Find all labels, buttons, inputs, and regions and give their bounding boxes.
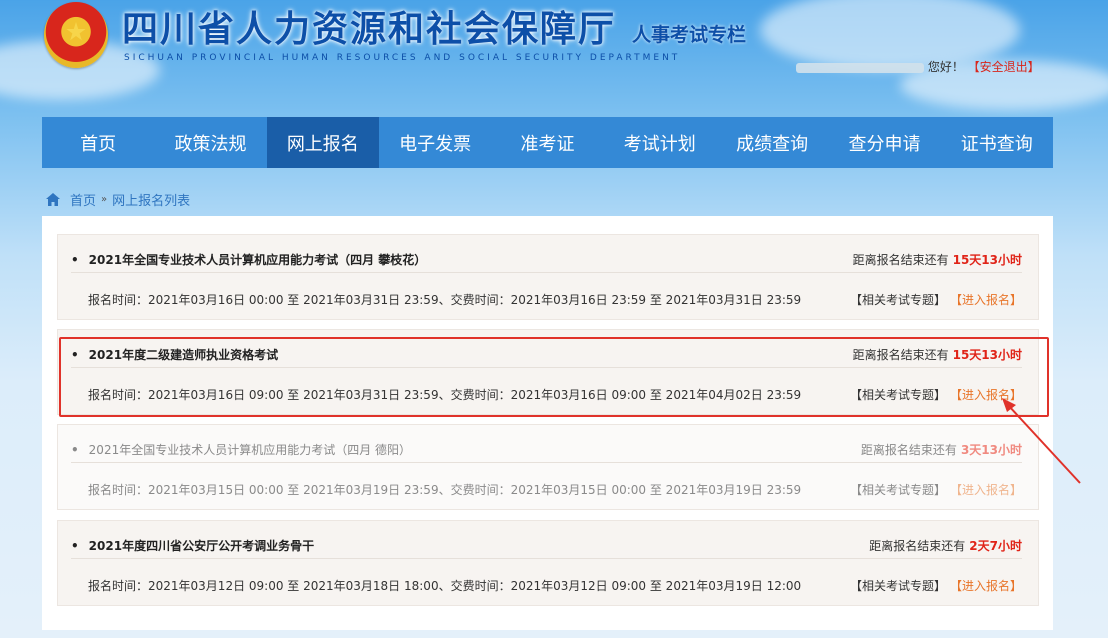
exam-title[interactable]: 2021年度四川省公安厅公开考调业务骨干	[71, 537, 314, 554]
nav-item-certificate-query[interactable]: 证书查询	[940, 117, 1053, 168]
related-topics-link[interactable]: 【相关考试专题】	[850, 483, 946, 497]
exam-card: 2021年全国专业技术人员计算机应用能力考试（四月 攀枝花） 距离报名结束还有1…	[57, 234, 1039, 320]
nav-item-admission-ticket[interactable]: 准考证	[491, 117, 604, 168]
user-bar: 您好！ 【安全退出】	[796, 58, 1046, 75]
annotation-arrow-icon	[1002, 398, 1081, 484]
related-topics-link[interactable]: 【相关考试专题】	[850, 388, 946, 402]
breadcrumb: 首页 » 网上报名列表	[46, 190, 190, 209]
related-topics-link[interactable]: 【相关考试专题】	[850, 293, 946, 307]
exam-card: 2021年度二级建造师执业资格考试 距离报名结束还有15天13小时 报名时间：2…	[57, 329, 1039, 415]
exam-countdown: 距离报名结束还有 15天13小时	[853, 251, 1022, 268]
exam-title[interactable]: 2021年全国专业技术人员计算机应用能力考试（四月 攀枝花）	[71, 251, 427, 268]
exam-list-panel: 2021年全国专业技术人员计算机应用能力考试（四月 攀枝花） 距离报名结束还有1…	[42, 216, 1053, 630]
exam-times: 报名时间：2021年03月16日 09:00 至 2021年03月31日 23:…	[88, 387, 802, 402]
countdown-label: 距离报名结束还有	[852, 253, 949, 267]
exam-times: 报名时间：2021年03月15日 00:00 至 2021年03月19日 23:…	[88, 482, 802, 497]
countdown-label: 距离报名结束还有	[852, 348, 949, 362]
national-emblem-icon	[44, 2, 108, 68]
countdown-label: 距离报名结束还有	[869, 539, 966, 553]
exam-times: 报名时间：2021年03月12日 09:00 至 2021年03月18日 18:…	[88, 578, 802, 593]
enter-registration-link[interactable]: 【进入报名】	[956, 579, 1022, 593]
breadcrumb-separator: »	[101, 194, 108, 205]
home-icon	[46, 193, 60, 206]
exam-card: 2021年全国专业技术人员计算机应用能力考试（四月 德阳） 距离报名结束还有3天…	[57, 424, 1039, 510]
site-english-name: SICHUAN PROVINCIAL HUMAN RESOURCES AND S…	[124, 53, 681, 63]
countdown-label: 距离报名结束还有	[860, 443, 957, 457]
site-subtitle: 人事考试专栏	[632, 24, 747, 46]
exam-title[interactable]: 2021年全国专业技术人员计算机应用能力考试（四月 德阳）	[71, 441, 411, 458]
nav-item-policy[interactable]: 政策法规	[154, 117, 267, 168]
username-redacted	[796, 62, 924, 73]
exam-title[interactable]: 2021年度二级建造师执业资格考试	[71, 346, 278, 363]
exam-countdown: 距离报名结束还有 2天7小时	[869, 537, 1022, 554]
logout-link[interactable]: 【安全退出】	[968, 60, 1040, 74]
countdown-value: 2天7小时	[969, 539, 1022, 553]
countdown-value: 15天13小时	[952, 253, 1022, 267]
exam-times: 报名时间：2021年03月16日 00:00 至 2021年03月31日 23:…	[88, 292, 802, 307]
nav-item-e-invoice[interactable]: 电子发票	[378, 117, 492, 168]
related-topics-link[interactable]: 【相关考试专题】	[850, 579, 946, 593]
exam-countdown: 距离报名结束还有 15天13小时	[853, 346, 1022, 363]
nav-item-score-review[interactable]: 查分申请	[828, 117, 941, 168]
main-nav: 首页 政策法规 网上报名 电子发票 准考证 考试计划 成绩查询 查分申请 证书查…	[42, 117, 1053, 168]
breadcrumb-home[interactable]: 首页	[70, 190, 96, 209]
nav-item-home[interactable]: 首页	[42, 117, 155, 168]
site-title: 四川省人力资源和社会保障厅	[122, 8, 617, 50]
exam-card: 2021年度四川省公安厅公开考调业务骨干 距离报名结束还有2天7小时 报名时间：…	[57, 520, 1039, 606]
countdown-value: 15天13小时	[952, 348, 1022, 362]
nav-item-online-registration[interactable]: 网上报名	[266, 117, 379, 168]
nav-item-exam-plan[interactable]: 考试计划	[603, 117, 716, 168]
user-greeting: 您好！	[927, 60, 964, 74]
enter-registration-link[interactable]: 【进入报名】	[956, 293, 1022, 307]
nav-item-score-query[interactable]: 成绩查询	[715, 117, 829, 168]
breadcrumb-current: 网上报名列表	[112, 194, 191, 209]
